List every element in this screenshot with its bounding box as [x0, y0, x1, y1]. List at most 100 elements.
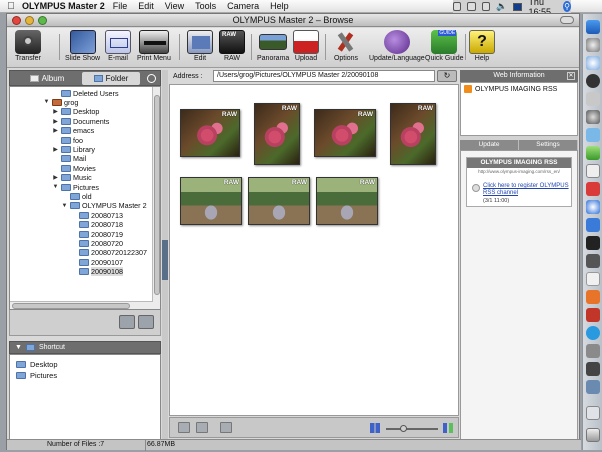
- display-menu-icon[interactable]: [453, 2, 462, 11]
- photo-thumbnail[interactable]: RAW: [314, 109, 376, 157]
- quick-guide-button[interactable]: GUIDE Quick Guide: [425, 30, 464, 62]
- photo-thumbnail[interactable]: RAW: [248, 177, 310, 225]
- disclosure-right-icon[interactable]: ▶: [52, 174, 59, 181]
- tab-update[interactable]: Update: [460, 140, 519, 150]
- script-menu-icon[interactable]: [467, 2, 476, 11]
- panorama-button[interactable]: Panorama: [257, 30, 289, 62]
- small-thumbnails-icon[interactable]: [370, 423, 380, 433]
- input-source-flag-icon[interactable]: [513, 2, 523, 11]
- menu-camera[interactable]: Camera: [227, 1, 259, 11]
- edit-button[interactable]: Edit: [187, 30, 213, 62]
- thumbnail-view[interactable]: RAW RAW RAW RAW RAW RAW RAW: [169, 84, 459, 416]
- photo-dock-icon[interactable]: [586, 128, 600, 142]
- sync-menu-icon[interactable]: [481, 2, 491, 11]
- rss-feed-item[interactable]: OLYMPUS IMAGING RSS: [464, 85, 557, 93]
- finder-dock-icon[interactable]: [586, 20, 600, 34]
- utility-dock-icon[interactable]: [586, 254, 600, 268]
- network-dock-icon[interactable]: [586, 218, 600, 232]
- large-thumbnails-icon[interactable]: [443, 423, 453, 433]
- tab-settings[interactable]: Settings: [519, 140, 578, 150]
- trash-icon[interactable]: [586, 428, 600, 442]
- tree-item[interactable]: 20090108: [70, 267, 123, 277]
- rotate-left-icon[interactable]: [178, 422, 190, 433]
- disclosure-down-icon[interactable]: ▼: [43, 99, 50, 105]
- tab-history[interactable]: [143, 72, 159, 85]
- disclosure-right-icon[interactable]: ▶: [52, 127, 59, 134]
- volume-icon[interactable]: 🔈: [496, 1, 507, 12]
- slide-show-button[interactable]: Slide Show: [65, 30, 100, 62]
- app4-dock-icon[interactable]: [586, 362, 600, 376]
- app-menu[interactable]: OLYMPUS Master 2: [22, 1, 105, 11]
- terminal-dock-icon[interactable]: [586, 236, 600, 250]
- camera-dock-icon[interactable]: [586, 74, 600, 88]
- refresh-button[interactable]: ↻: [437, 70, 457, 82]
- slider-knob[interactable]: [400, 425, 407, 432]
- disclosure-right-icon[interactable]: ▶: [52, 146, 59, 153]
- photo-thumbnail[interactable]: RAW: [254, 103, 300, 165]
- tree-vertical-scrollbar[interactable]: [152, 87, 160, 309]
- spotlight-icon[interactable]: ⚲: [563, 1, 571, 12]
- add-to-album-icon[interactable]: [220, 422, 232, 433]
- disclosure-right-icon[interactable]: ▶: [52, 108, 59, 115]
- tree-hscroll-thumb[interactable]: [12, 303, 130, 309]
- app-dock-icon[interactable]: [586, 182, 600, 196]
- tab-folder[interactable]: Folder: [82, 72, 140, 85]
- window-titlebar[interactable]: OLYMPUS Master 2 – Browse: [7, 14, 579, 27]
- mail-dock-icon[interactable]: [586, 92, 600, 106]
- tree-item-label: grog: [64, 97, 79, 107]
- menu-help[interactable]: Help: [270, 1, 289, 11]
- triangle-down-icon: ▼: [15, 344, 22, 351]
- update-language-button[interactable]: Update/Language: [369, 30, 425, 62]
- menu-view[interactable]: View: [165, 1, 184, 11]
- system-dock-icon[interactable]: [586, 110, 600, 124]
- menu-edit[interactable]: Edit: [138, 1, 154, 11]
- shortcut-item[interactable]: Pictures: [16, 370, 57, 380]
- photo-thumbnail[interactable]: RAW: [180, 109, 240, 157]
- app2-dock-icon[interactable]: [586, 290, 600, 304]
- skype-dock-icon[interactable]: [586, 326, 600, 340]
- dashboard-dock-icon[interactable]: [586, 38, 600, 52]
- splitter-handle[interactable]: [162, 240, 168, 280]
- menu-file[interactable]: File: [113, 1, 128, 11]
- tree-scroll-thumb[interactable]: [154, 95, 160, 295]
- toolbar-separator: [59, 34, 60, 60]
- upload-button[interactable]: Upload: [293, 30, 319, 62]
- tree-horizontal-scrollbar[interactable]: [10, 301, 153, 309]
- app3-dock-icon[interactable]: [586, 344, 600, 358]
- itunes-dock-icon[interactable]: [586, 146, 600, 160]
- disclosure-down-icon[interactable]: ▼: [52, 184, 59, 190]
- transfer-button[interactable]: Transfer: [15, 30, 41, 62]
- address-field[interactable]: /Users/grog/Pictures/OLYMPUS Master 2/20…: [213, 70, 435, 82]
- app5-dock-icon[interactable]: [586, 380, 600, 394]
- tool-dock-icon[interactable]: [586, 308, 600, 322]
- email-button[interactable]: E-mail: [105, 30, 131, 62]
- photo-thumbnail[interactable]: RAW: [390, 103, 436, 165]
- help-button[interactable]: ? Help: [469, 30, 495, 62]
- photo-thumbnail[interactable]: RAW: [316, 177, 378, 225]
- raw-button[interactable]: RAW RAW: [219, 30, 245, 62]
- new-folder-button[interactable]: [119, 315, 135, 329]
- folder-tree[interactable]: Deleted Users ▼ grog ▶ Desktop ▶ Documents ▶ ema…: [9, 86, 161, 310]
- document-dock-icon[interactable]: [586, 272, 600, 286]
- compass-dock-icon[interactable]: [586, 200, 600, 214]
- register-rss-link[interactable]: Click here to register OLYMPUS RSS chann…: [483, 183, 571, 197]
- calendar-dock-icon[interactable]: [586, 164, 600, 178]
- rotate-right-icon[interactable]: [196, 422, 208, 433]
- remove-folder-button[interactable]: [138, 315, 154, 329]
- thumbnail-size-slider[interactable]: [386, 425, 438, 432]
- options-button[interactable]: Options: [333, 30, 359, 62]
- print-menu-button[interactable]: Print Menu: [137, 30, 171, 62]
- disclosure-down-icon[interactable]: ▼: [61, 203, 68, 209]
- close-icon[interactable]: ✕: [567, 72, 575, 80]
- toolbar-toggle-button[interactable]: [560, 16, 574, 24]
- tab-album[interactable]: Album: [13, 72, 81, 85]
- shortcut-header[interactable]: ▼ Shortcut: [9, 341, 161, 354]
- downloads-dock-icon[interactable]: [586, 406, 600, 420]
- photo-thumbnail[interactable]: RAW: [180, 177, 242, 225]
- disclosure-right-icon[interactable]: ▶: [52, 118, 59, 125]
- safari-dock-icon[interactable]: [586, 56, 600, 70]
- pane-splitter[interactable]: [162, 70, 168, 448]
- apple-menu-icon[interactable]: : [4, 1, 18, 12]
- shortcut-item[interactable]: Desktop: [16, 359, 58, 369]
- menu-tools[interactable]: Tools: [195, 1, 216, 11]
